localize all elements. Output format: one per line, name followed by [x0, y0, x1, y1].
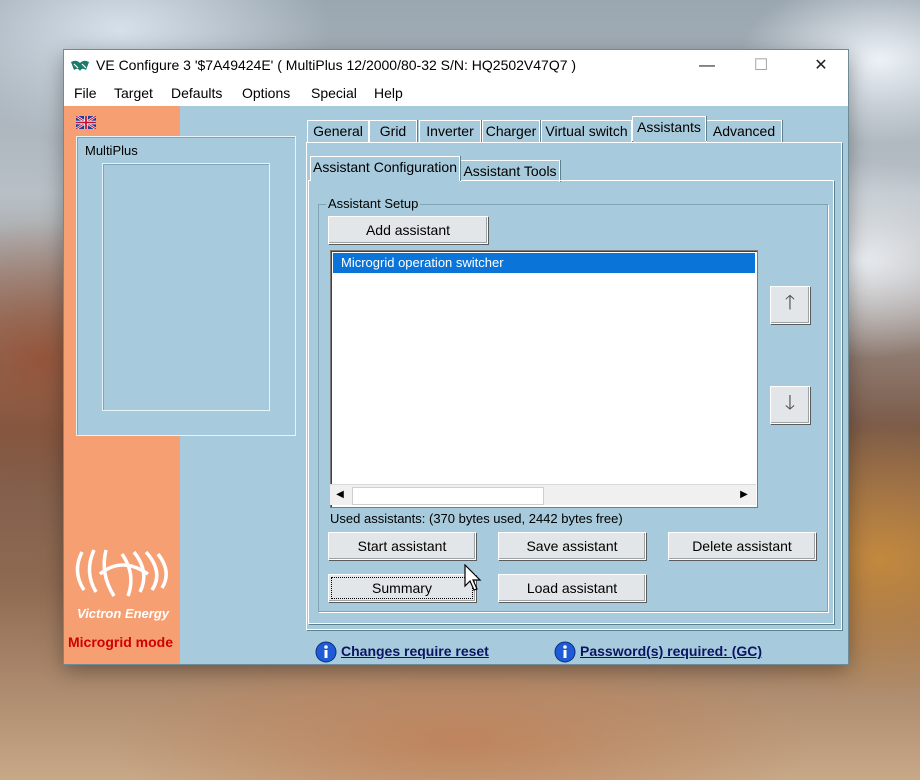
start-assistant-button[interactable]: Start assistant — [328, 532, 476, 560]
scroll-right-icon[interactable]: ▶ — [736, 487, 752, 503]
microgrid-mode-label: Microgrid mode — [68, 634, 174, 650]
move-up-button[interactable]: 🡑 — [770, 286, 810, 324]
tab-inverter[interactable]: Inverter — [419, 120, 481, 142]
arrow-down-icon: 🡓 — [784, 392, 796, 414]
victron-logo-icon — [75, 549, 168, 597]
menu-defaults[interactable]: Defaults — [171, 85, 222, 101]
minimize-button[interactable]: — — [684, 50, 730, 82]
tab-grid[interactable]: Grid — [369, 120, 417, 142]
info-icon — [315, 641, 337, 663]
menu-file[interactable]: File — [74, 85, 97, 101]
menu-target[interactable]: Target — [114, 85, 153, 101]
mouse-cursor-icon — [464, 564, 482, 591]
scroll-thumb[interactable] — [352, 487, 544, 505]
load-assistant-button[interactable]: Load assistant — [498, 574, 646, 602]
ve-configure-window: VE Configure 3 '$7A49424E' ( MultiPlus 1… — [64, 50, 848, 664]
assistant-setup-title: Assistant Setup — [326, 196, 421, 211]
save-assistant-button[interactable]: Save assistant — [498, 532, 646, 560]
tab-assistant-tools[interactable]: Assistant Tools — [460, 160, 560, 182]
device-label: MultiPlus — [85, 143, 138, 158]
tab-assistants[interactable]: Assistants — [632, 116, 706, 141]
menu-options[interactable]: Options — [242, 85, 290, 101]
device-panel: MultiPlus — [76, 136, 296, 436]
tab-general[interactable]: General — [307, 120, 369, 142]
tab-advanced[interactable]: Advanced — [706, 120, 782, 142]
password-required-link[interactable]: Password(s) required: (GC) — [580, 643, 762, 659]
arrow-up-icon: 🡑 — [784, 292, 796, 314]
tab-assistant-configuration[interactable]: Assistant Configuration — [310, 156, 460, 181]
delete-assistant-button[interactable]: Delete assistant — [668, 532, 816, 560]
window-title: VE Configure 3 '$7A49424E' ( MultiPlus 1… — [96, 57, 577, 73]
maximize-button[interactable]: ☐ — [738, 50, 784, 82]
menu-bar: File Target Defaults Options Special Hel… — [64, 82, 848, 106]
tab-virtual-switch[interactable]: Virtual switch — [541, 120, 632, 142]
scroll-left-icon[interactable]: ◀ — [332, 487, 348, 503]
menu-help[interactable]: Help — [374, 85, 403, 101]
list-item-label: Microgrid operation switcher — [341, 255, 504, 270]
summary-button[interactable]: Summary — [328, 574, 476, 602]
usage-text: Used assistants: (370 bytes used, 2442 b… — [330, 511, 623, 526]
assistant-list[interactable]: Microgrid operation switcher — [330, 250, 758, 508]
changes-require-reset-link[interactable]: Changes require reset — [341, 643, 489, 659]
list-item-selected[interactable]: Microgrid operation switcher — [333, 253, 755, 273]
horizontal-scrollbar[interactable]: ◀ ▶ — [330, 484, 756, 505]
app-icon — [71, 60, 89, 71]
tab-charger[interactable]: Charger — [482, 120, 540, 142]
move-down-button[interactable]: 🡓 — [770, 386, 810, 424]
menu-special[interactable]: Special — [311, 85, 357, 101]
brand-name: Victron Energy — [77, 606, 169, 621]
device-image-box[interactable] — [102, 163, 270, 411]
title-bar[interactable]: VE Configure 3 '$7A49424E' ( MultiPlus 1… — [64, 50, 848, 82]
info-icon-password — [554, 641, 576, 663]
add-assistant-button[interactable]: Add assistant — [328, 216, 488, 244]
close-button[interactable]: ✕ — [798, 50, 844, 82]
uk-flag-icon[interactable] — [76, 116, 96, 129]
